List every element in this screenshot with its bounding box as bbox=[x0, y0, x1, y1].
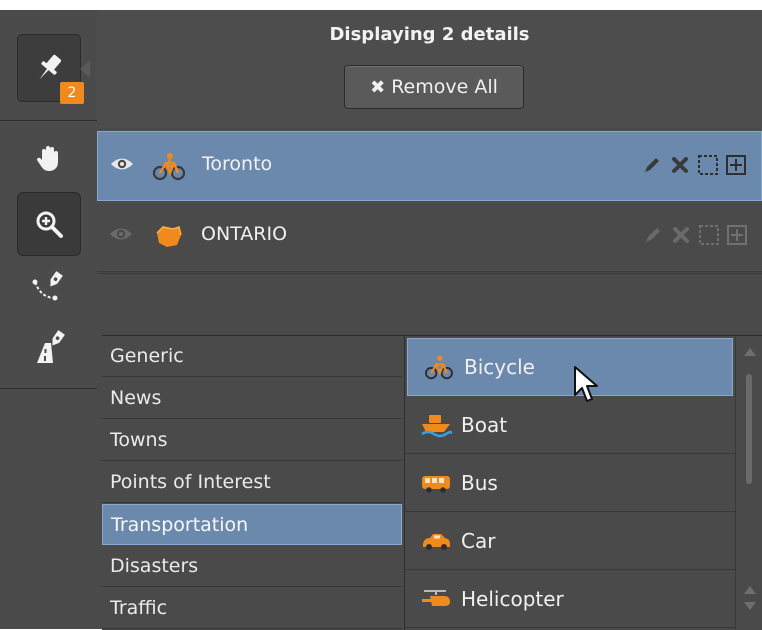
pencil-icon bbox=[645, 158, 659, 172]
scroll-thumb[interactable] bbox=[746, 374, 752, 484]
detail-row-toronto[interactable]: Toronto bbox=[97, 131, 762, 201]
mouse-cursor-icon bbox=[574, 366, 598, 402]
category-list: Generic News Towns Points of Interest Tr… bbox=[102, 336, 406, 630]
bicycle-icon bbox=[422, 354, 456, 380]
zoom-to-button[interactable] bbox=[725, 154, 747, 176]
car-icon bbox=[419, 528, 453, 554]
select-region-button[interactable] bbox=[698, 224, 720, 246]
remove-all-label: Remove All bbox=[391, 76, 498, 98]
delete-button[interactable] bbox=[670, 224, 692, 246]
subtype-label: Bicycle bbox=[464, 355, 535, 379]
subtype-item-selected[interactable]: Bicycle bbox=[407, 338, 733, 396]
pin-icon bbox=[39, 54, 62, 80]
zoom-icon bbox=[36, 211, 63, 238]
subtype-label: Boat bbox=[461, 412, 508, 437]
subtype-label: Helicopter bbox=[461, 586, 564, 611]
subtype-label: Bus bbox=[461, 470, 498, 495]
active-pointer bbox=[80, 60, 90, 78]
delete-button[interactable] bbox=[669, 154, 691, 176]
detail-row-ontario[interactable]: ONTARIO bbox=[97, 202, 762, 272]
hand-icon bbox=[36, 146, 58, 171]
category-item[interactable]: News bbox=[102, 378, 402, 419]
plus-box-icon bbox=[726, 155, 746, 175]
edit-button[interactable] bbox=[642, 224, 664, 246]
close-icon bbox=[673, 227, 689, 243]
scroll-down-icon[interactable] bbox=[744, 602, 756, 610]
detail-actions bbox=[642, 224, 748, 246]
bus-icon bbox=[419, 470, 453, 496]
detail-type-picker: Generic News Towns Points of Interest Tr… bbox=[102, 335, 762, 630]
helicopter-icon bbox=[419, 586, 453, 612]
pencil-icon bbox=[646, 228, 660, 242]
category-item[interactable]: Points of Interest bbox=[102, 462, 402, 503]
eye-icon[interactable] bbox=[110, 156, 134, 172]
remove-all-button[interactable]: ✖ Remove All bbox=[344, 65, 524, 109]
dashed-box-icon bbox=[699, 225, 719, 245]
details-panel: Displaying 2 details ✖ Remove All Toront… bbox=[97, 10, 762, 630]
scroll-up-icon[interactable] bbox=[744, 586, 756, 594]
subtype-item[interactable]: Bus bbox=[405, 454, 735, 512]
eye-icon[interactable] bbox=[109, 226, 133, 242]
details-header: Displaying 2 details ✖ Remove All bbox=[97, 10, 762, 128]
subtype-scrollbar[interactable] bbox=[735, 336, 762, 630]
subtype-item[interactable]: Helicopter bbox=[405, 570, 735, 628]
edit-button[interactable] bbox=[641, 154, 663, 176]
app-window: 2 Displaying 2 details ✖ Remove All Toro… bbox=[0, 0, 762, 630]
category-item-selected[interactable]: Transportation bbox=[102, 504, 402, 545]
toolbar-divider bbox=[0, 388, 97, 389]
path-pen-icon bbox=[32, 271, 63, 301]
road-pen-icon bbox=[37, 330, 65, 363]
region-shape-icon bbox=[156, 226, 182, 247]
category-item[interactable]: Generic bbox=[102, 336, 402, 377]
detail-count-badge: 2 bbox=[60, 82, 84, 104]
dashed-box-icon bbox=[698, 155, 718, 175]
category-item[interactable]: Disasters bbox=[102, 546, 402, 587]
zoom-to-button[interactable] bbox=[726, 224, 748, 246]
boat-icon bbox=[419, 412, 453, 438]
detail-actions bbox=[641, 154, 747, 176]
scroll-up-icon[interactable] bbox=[744, 348, 756, 356]
path-tool-button[interactable] bbox=[17, 258, 81, 314]
subtype-label: Car bbox=[461, 528, 496, 553]
category-item[interactable]: Towns bbox=[102, 420, 402, 461]
select-region-button[interactable] bbox=[697, 154, 719, 176]
close-icon: ✖ bbox=[370, 76, 386, 98]
detail-label: Toronto bbox=[202, 153, 273, 175]
plus-box-icon bbox=[727, 225, 747, 245]
category-item[interactable]: Traffic bbox=[102, 588, 402, 629]
empty-details-area bbox=[97, 273, 762, 336]
toolbar-divider bbox=[0, 120, 97, 121]
subtype-item[interactable]: Boat bbox=[405, 396, 735, 454]
close-icon bbox=[672, 157, 688, 173]
road-tool-button[interactable] bbox=[17, 318, 81, 376]
hand-tool-button[interactable] bbox=[17, 128, 81, 188]
page-title: Displaying 2 details bbox=[329, 24, 530, 45]
zoom-tool-button[interactable] bbox=[17, 192, 81, 256]
detail-label: ONTARIO bbox=[201, 223, 288, 245]
subtype-item[interactable]: Car bbox=[405, 512, 735, 570]
subtype-list: Bicycle Boat Bus Car Helicopter bbox=[405, 336, 735, 630]
bicycle-icon bbox=[152, 153, 186, 181]
left-toolbar: 2 bbox=[0, 10, 97, 629]
